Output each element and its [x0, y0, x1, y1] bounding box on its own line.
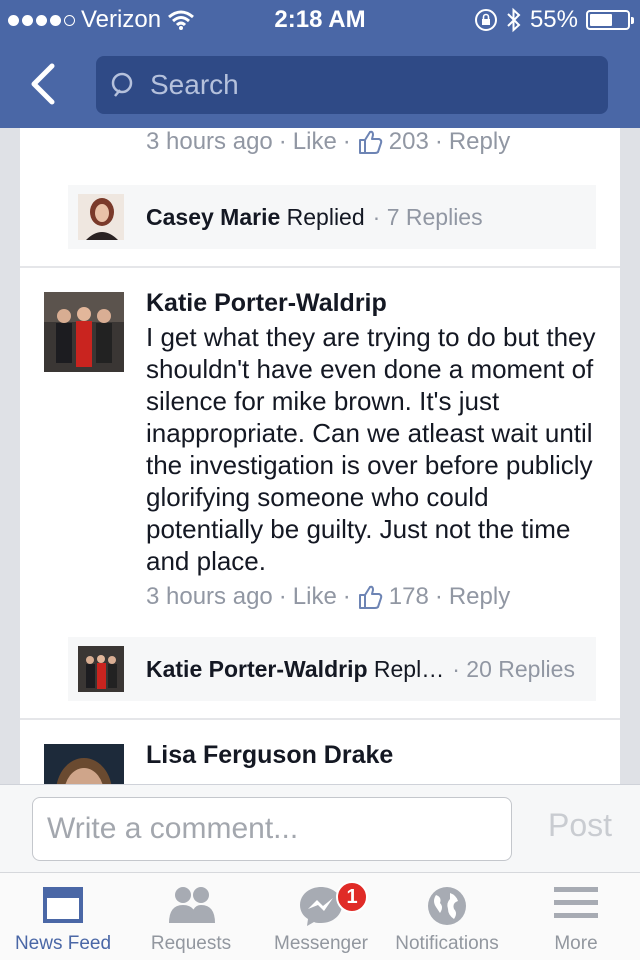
avatar[interactable]: [44, 292, 124, 372]
tab-label: Notifications: [395, 933, 499, 954]
comment-feed[interactable]: 3 hours ago · Like · 203 · Reply Casey M…: [20, 128, 620, 784]
comment-author[interactable]: Lisa Ferguson Drake: [146, 741, 393, 770]
tab-label: Requests: [150, 933, 232, 954]
like-count: 203: [388, 128, 429, 155]
friend-requests-icon: [169, 887, 215, 923]
tab-notifications[interactable]: Notifications: [386, 873, 508, 960]
back-arrow-icon[interactable]: [24, 60, 64, 108]
avatar: [78, 194, 124, 240]
tab-requests[interactable]: Requests: [126, 873, 256, 960]
divider: [20, 266, 620, 268]
reply-summary: Katie Porter-Waldrip Repl…: [146, 656, 444, 683]
comment-time: 3 hours ago: [146, 128, 273, 155]
reply-summary: Casey Marie Replied: [146, 204, 365, 231]
tab-label: News Feed: [14, 933, 112, 954]
battery-icon: [586, 10, 634, 30]
bluetooth-icon: [507, 7, 521, 33]
reply-link[interactable]: Reply: [449, 583, 510, 611]
reply-link[interactable]: Reply: [449, 128, 510, 156]
avatar[interactable]: [44, 744, 124, 784]
search-icon: [111, 72, 133, 97]
reply-author: Casey Marie: [146, 203, 281, 230]
comment-meta: 3 hours ago · Like · 178 · Reply: [146, 583, 511, 611]
search-input[interactable]: Search: [96, 56, 608, 114]
reply-count: · 20 Replies: [452, 655, 575, 682]
news-feed-icon: [43, 887, 83, 923]
reply-count-text: 7 Replies: [386, 203, 483, 230]
tab-more[interactable]: More: [512, 873, 640, 960]
tab-label: Messenger: [274, 933, 368, 954]
replies-preview[interactable]: Casey Marie Replied · 7 Replies: [68, 185, 596, 249]
comment-input[interactable]: Write a comment...: [32, 797, 512, 861]
replies-preview[interactable]: Katie Porter-Waldrip Repl… · 20 Replies: [68, 637, 596, 701]
reply-count-text: 20 Replies: [466, 655, 575, 682]
comment-author[interactable]: Katie Porter-Waldrip: [146, 289, 387, 318]
reply-action: Replied: [286, 203, 365, 230]
avatar: [78, 646, 124, 692]
top-bar: Verizon 2:18 AM 55% Search: [0, 0, 640, 128]
like-count: 178: [388, 583, 429, 610]
post-button[interactable]: Post: [548, 807, 612, 844]
divider: [20, 718, 620, 720]
tab-bar: News Feed Requests 1 Messenger Notificat…: [0, 872, 640, 960]
comment-time: 3 hours ago: [146, 583, 273, 610]
tab-messenger[interactable]: 1 Messenger: [256, 873, 386, 960]
like-link[interactable]: Like: [293, 128, 337, 156]
comment-text: I get what they are trying to do but the…: [146, 322, 596, 576]
comment-composer: Write a comment... Post: [0, 784, 640, 872]
reply-author: Katie Porter-Waldrip: [146, 655, 368, 682]
search-placeholder: Search: [150, 69, 239, 100]
rotation-lock-icon: [474, 9, 497, 31]
tab-label: More: [554, 933, 598, 954]
menu-icon: [554, 887, 598, 918]
notification-badge: 1: [336, 881, 368, 913]
reply-action: Repl…: [373, 655, 445, 682]
globe-icon: [428, 887, 466, 925]
like-link[interactable]: Like: [293, 583, 337, 611]
thumbs-up-icon: [358, 585, 383, 609]
status-bar: Verizon 2:18 AM 55%: [0, 0, 640, 40]
reply-count: · 7 Replies: [372, 203, 483, 230]
tab-news-feed[interactable]: News Feed: [0, 873, 126, 960]
battery-percent: 55%: [529, 6, 578, 33]
comment-meta: 3 hours ago · Like · 203 · Reply: [146, 128, 511, 156]
thumbs-up-icon: [358, 130, 383, 154]
